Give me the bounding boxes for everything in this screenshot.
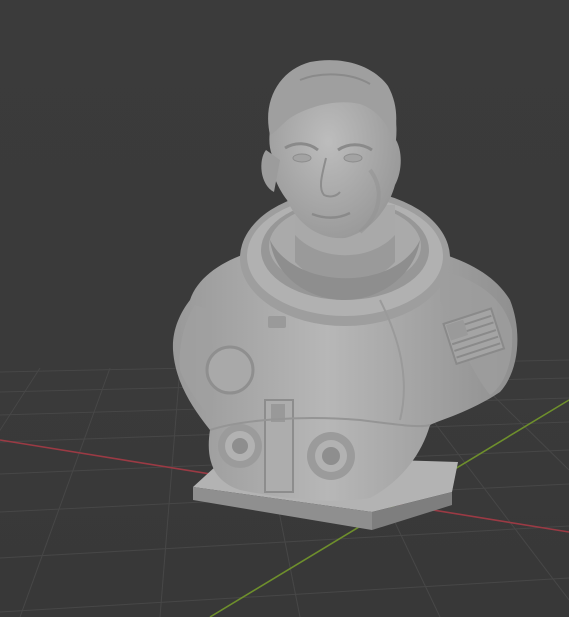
right-hose-connector [307,432,355,480]
astronaut-bust-model[interactable] [172,60,518,530]
3d-viewport[interactable] [0,0,569,617]
viewport-canvas[interactable] [0,0,569,617]
left-hose-connector [218,424,262,468]
chest-patch [205,345,255,395]
